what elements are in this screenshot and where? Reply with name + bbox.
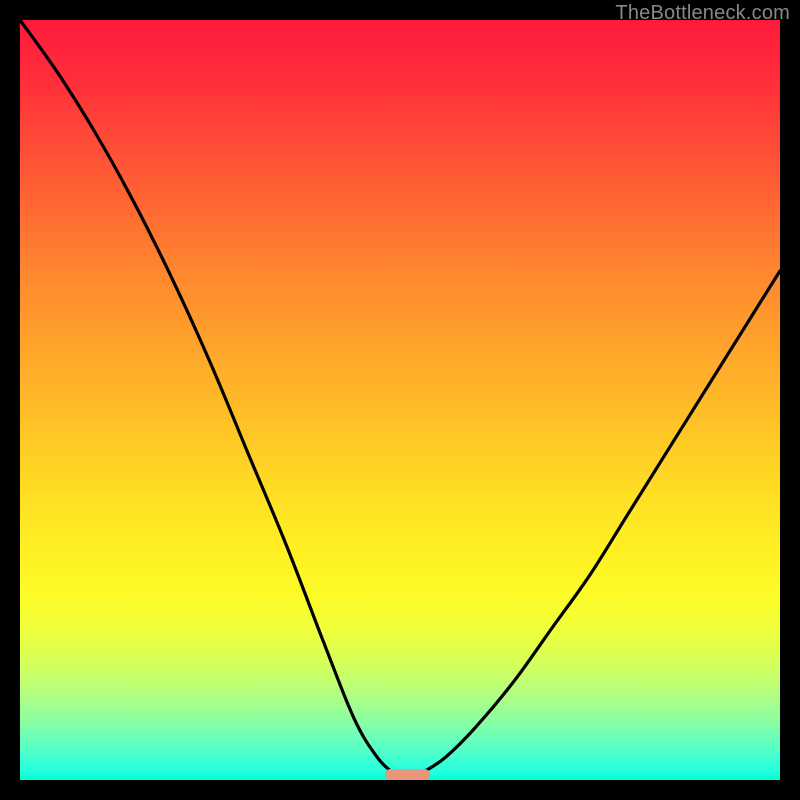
watermark-text: TheBottleneck.com: [615, 2, 790, 25]
curves-layer: [20, 20, 780, 780]
chart-frame: TheBottleneck.com: [0, 0, 800, 800]
optimum-marker: [385, 769, 431, 780]
left-curve: [20, 20, 392, 772]
right-curve: [423, 271, 780, 773]
